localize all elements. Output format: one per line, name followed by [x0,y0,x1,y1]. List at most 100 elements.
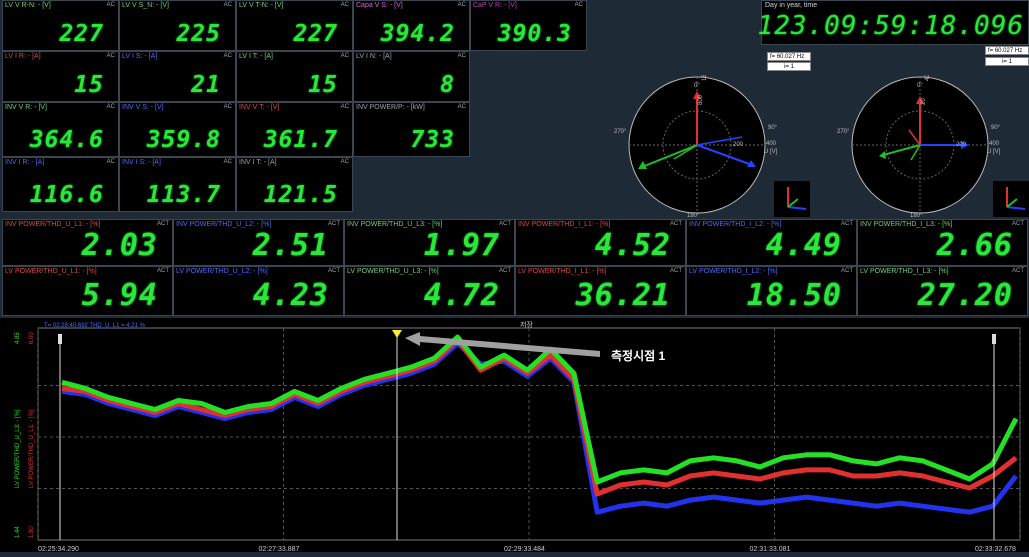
inv-current-tile: INV I T: - [A] AC 121.5 [236,157,353,212]
tile-tag: AC [106,159,115,165]
tile-value: 8 [440,72,455,98]
lv-thd-tile: LV POWER/THD_I_L2: - [%] ACT 18.50 [686,266,857,316]
angle-180: 180° [687,213,700,219]
scale-tick-b: 400 [989,141,1000,147]
tile-label: LV POWER/THD_U_L1: - [%] [5,268,97,275]
index-right: i= 1 [985,57,1029,66]
tile-label: LV POWER/THD_I_L3: - [%] [860,268,949,275]
tile-tag: AC [457,104,466,110]
tile-label: INV V R: - [V] [5,104,48,111]
tile-label: LV V S_N: - [V] [122,2,169,9]
tile-tag: AC [340,159,349,165]
angle-0: 0° [917,83,923,89]
inv-voltage-tile: INV V R: - [V] AC 364.6 [2,102,119,157]
tile-value: 225 [176,21,221,47]
lv-thd-tile: LV POWER/THD_I_L1: - [%] ACT 36.21 [515,266,686,316]
range-start-handle [58,334,62,344]
tile-value: 5.94 [81,278,158,313]
angle-270: 270° [614,129,627,135]
tile-value: 2.03 [81,228,158,263]
tile-value: 227 [293,21,338,47]
tile-label: LV V T-N: - [V] [239,2,284,9]
x-tick-label: 02:27:33.887 [259,546,300,552]
tile-tag: ACT [1012,268,1024,274]
tile-tag: AC [223,53,232,59]
tile-tag: ACT [499,221,511,227]
y-top-green: 4.85 [15,332,21,344]
tile-value: 2.51 [252,228,329,263]
tile-value: 36.21 [575,278,671,313]
tile-value: 4.49 [765,228,842,263]
tile-tag: ACT [670,268,682,274]
y-label-green: LV POWER/THD_U_L3: - [%] [15,409,21,488]
tile-tag: AC [223,159,232,165]
tile-tag: ACT [841,221,853,227]
y-bot-red: 1.80 [29,526,35,538]
tile-tag: AC [106,2,115,8]
tile-tag: AC [106,53,115,59]
tile-value: 121.5 [263,182,338,208]
top-tick-b: 1600 [702,75,708,81]
tile-value: 4.52 [594,228,671,263]
top-tick-a: 20 [921,98,927,105]
angle-90: 90° [768,125,778,131]
tile-value: 27.20 [917,278,1013,313]
tile-value: 361.7 [263,127,338,153]
tile-tag: AC [574,2,583,8]
inv-voltage-tile: INV V T: - [V] AC 361.7 [236,102,353,157]
tile-label: INV I R: - [A] [5,159,45,166]
tile-tag: ACT [670,221,682,227]
tile-value: 113.7 [146,182,221,208]
chart-legend-top: T= 02:28:40.692 THD_U_L1 = 4.21 % [44,323,146,329]
angle-270: 270° [837,129,850,135]
tile-label: INV V T: - [V] [239,104,280,111]
annotation-label: 측정시점 1 [611,348,665,363]
current-tile: LV I S: - [A] AC 21 [119,51,236,102]
frequency-left: f= 60.027 Hz [767,52,811,61]
voltage-tile: LV V S_N: - [V] AC 225 [119,0,236,51]
tile-label: INV POWER/P: - [kW] [356,104,425,111]
inv-thd-tile: INV POWER/THD_I_L3: - [%] ACT 2.66 [857,219,1028,266]
frequency-right: f= 60.027 Hz [985,46,1029,55]
clock-value: 123.09:59:18.096 [757,11,1024,41]
tile-value: 4.23 [252,278,329,313]
scale-unit: U [V] [764,149,778,155]
tile-value: 15 [308,72,338,98]
range-end-handle [992,334,996,344]
x-tick-label: 02:33:32.678 [975,546,1016,552]
scale-tick-b: 400 [766,141,777,147]
voltage-tile: LV V T-N: - [V] AC 227 [236,0,353,51]
angle-180: 180° [910,213,923,219]
thd-trend-chart[interactable]: 측정시점 1 T= 02:28:40.692 THD_U_L1 = 4.21 %… [0,318,1029,553]
axis-gizmo-right [993,181,1029,217]
voltage-tile: Capa V S: - [V] AC 394.2 [353,0,470,51]
top-tick-a: 800 [698,94,704,105]
tile-tag: ACT [157,221,169,227]
axis-gizmo-left [774,181,810,217]
y-top-red: 6.00 [29,332,35,344]
inv-thd-tile: INV POWER/THD_U_L3: - [%] ACT 1.97 [344,219,515,266]
tile-tag: AC [340,104,349,110]
tile-label: LV POWER/THD_I_L1: - [%] [518,268,607,275]
top-tick-b: 40 [925,75,931,81]
clock-label: Day in year, time [765,2,818,9]
tile-value: 116.6 [29,182,104,208]
angle-90: 90° [991,125,1001,131]
tile-tag: AC [106,104,115,110]
tile-label: INV I S: - [A] [122,159,161,166]
tile-label: LV I S: - [A] [122,53,158,60]
tile-label: INV I T: - [A] [239,159,277,166]
tile-value: 15 [74,72,104,98]
y-bot-green: 1.44 [15,526,21,538]
tile-tag: AC [340,53,349,59]
lv-thd-tile: LV POWER/THD_I_L3: - [%] ACT 27.20 [857,266,1028,316]
tile-value: 1.97 [423,228,500,263]
tile-value: 394.2 [380,21,455,47]
inv-voltage-tile: INV POWER/P: - [kW] AC 733 [353,102,470,157]
tile-tag: AC [223,2,232,8]
lv-thd-tile: LV POWER/THD_U_L2: - [%] ACT 4.23 [173,266,344,316]
day-time-display: Day in year, time 123.09:59:18.096 [757,0,1029,45]
tile-value: 364.6 [29,127,104,153]
scale-tick-a: 200 [956,142,967,148]
tile-tag: ACT [841,268,853,274]
